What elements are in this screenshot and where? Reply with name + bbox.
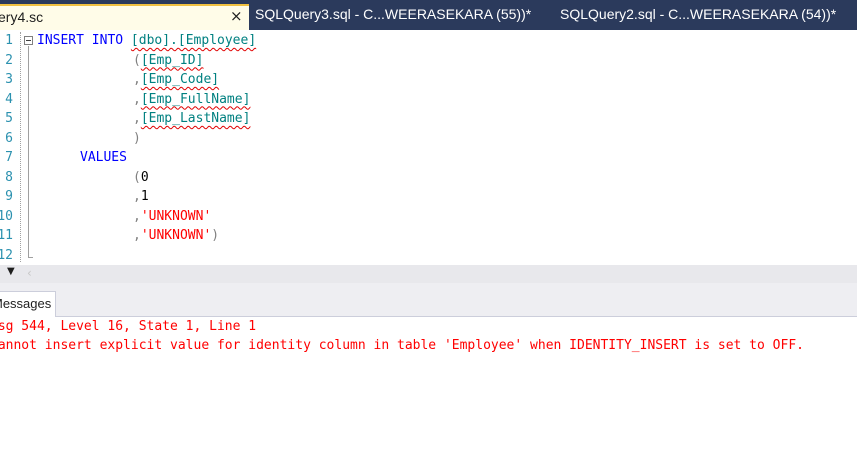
line-number: 8 [5, 169, 13, 185]
punctuation: ( [133, 52, 141, 68]
outline-fold-end [28, 257, 33, 258]
string-literal: 'UNKNOWN' [140, 208, 212, 224]
punctuation: , [133, 91, 141, 107]
tab-sqlquery2[interactable]: SQLQuery2.sql - C...WEERASEKARA (54))* [560, 6, 836, 22]
selection-margin [20, 32, 21, 262]
table-identifier: [dbo].[Employee] [130, 33, 257, 48]
tab-messages-label: Messages [0, 296, 52, 311]
scroll-left-icon[interactable]: ‹ [27, 266, 32, 280]
line-number: 4 [5, 91, 13, 107]
code-line: (0 [133, 168, 149, 188]
messages-pane[interactable]: Msg 544, Level 16, State 1, Line 1 Canno… [0, 317, 857, 450]
line-number-gutter: 1 2 3 4 5 6 7 8 9 10 11 12 [0, 30, 16, 265]
number-literal: 0 [140, 169, 149, 185]
column-identifier: [Emp_ID] [140, 52, 204, 68]
error-message-line: Cannot insert explicit value for identit… [0, 338, 804, 353]
document-tab-bar: ery4.sc × SQLQuery3.sql - C...WEERASEKAR… [0, 0, 857, 30]
code-line: ,[Emp_FullName] [133, 90, 250, 110]
punctuation: ( [133, 169, 141, 185]
number-literal: 1 [140, 189, 149, 204]
keyword: INSERT INTO [37, 33, 124, 48]
collapse-icon[interactable] [24, 36, 33, 45]
outline-fold-line [28, 46, 29, 257]
keyword: VALUES [80, 150, 127, 165]
line-number: 6 [5, 130, 13, 146]
line-number: 11 [0, 228, 13, 243]
error-message-line: Msg 544, Level 16, State 1, Line 1 [0, 319, 257, 334]
punctuation: , [133, 208, 141, 224]
punctuation: , [133, 228, 141, 243]
punctuation: , [133, 72, 141, 87]
line-number: 9 [5, 189, 13, 204]
line-number: 12 [0, 247, 13, 263]
column-identifier: [Emp_LastName] [140, 111, 251, 126]
tab-sqlquery3[interactable]: SQLQuery3.sql - C...WEERASEKARA (55))* [255, 6, 531, 22]
line-number: 3 [5, 72, 13, 87]
code-line: ,[Emp_Code] [133, 70, 219, 90]
punctuation: , [133, 111, 141, 126]
tab-title: ery4.sc [0, 9, 44, 25]
code-line: ,'UNKNOWN' [133, 207, 211, 227]
column-identifier: [Emp_Code] [140, 72, 220, 87]
code-line: INSERT INTO [dbo].[Employee] [37, 31, 256, 51]
line-number: 5 [5, 111, 13, 126]
column-identifier: [Emp_FullName] [140, 91, 251, 107]
line-number: 2 [5, 52, 13, 68]
close-icon[interactable]: × [230, 7, 243, 25]
line-number: 10 [0, 208, 13, 224]
query-editor[interactable]: 1 2 3 4 5 6 7 8 9 10 11 12 INSERT INTO [… [0, 30, 857, 265]
tab-sqlquery4[interactable]: ery4.sc × [0, 4, 249, 30]
code-line: ,1 [133, 187, 149, 207]
punctuation: ) [133, 130, 141, 146]
tab-messages[interactable]: Messages [0, 291, 56, 317]
code-line: VALUES [80, 148, 127, 168]
punctuation: , [133, 189, 141, 204]
code-line: ,[Emp_LastName] [133, 109, 250, 129]
line-number: 1 [5, 33, 13, 48]
line-number: 7 [5, 150, 13, 165]
punctuation: ) [211, 228, 220, 243]
zoom-dropdown-icon[interactable]: ▼ [7, 266, 15, 277]
code-line: ) [133, 129, 141, 149]
editor-status-row: ▼ ‹ [0, 265, 857, 283]
code-line: ,'UNKNOWN') [133, 226, 219, 246]
results-tab-bar: Messages [0, 283, 857, 317]
code-line: ([Emp_ID] [133, 51, 203, 71]
string-literal: 'UNKNOWN' [140, 228, 212, 243]
